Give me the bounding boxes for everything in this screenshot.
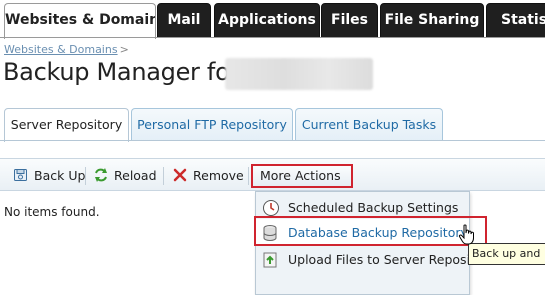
backup-button[interactable]: Back Up <box>13 167 85 183</box>
remove-label: Remove <box>193 167 244 183</box>
more-actions-label: More Actions <box>260 168 341 183</box>
remove-icon <box>172 167 188 183</box>
toolbar-separator <box>248 167 249 185</box>
upload-icon <box>262 251 278 268</box>
reload-button[interactable]: Reload <box>93 167 157 183</box>
nav-divider <box>0 37 545 38</box>
breadcrumb-link-websites-domains[interactable]: Websites & Domains <box>4 43 118 56</box>
tab-websites-domains[interactable]: Websites & Domains <box>4 3 156 39</box>
toolbar-separator <box>85 167 86 185</box>
breadcrumb: Websites & Domains > <box>4 43 129 56</box>
clock-icon <box>262 199 279 216</box>
highlight-box <box>254 216 487 246</box>
page-title: Backup Manager for <box>3 58 240 86</box>
backup-icon <box>13 167 29 183</box>
reload-icon <box>93 167 109 183</box>
tab-applications[interactable]: Applications <box>214 3 320 38</box>
reload-label: Reload <box>114 167 157 183</box>
tab-statistics[interactable]: Statistics <box>486 3 545 38</box>
backup-label: Back Up <box>34 167 86 183</box>
breadcrumb-separator: > <box>119 43 129 56</box>
remove-button[interactable]: Remove <box>172 167 244 183</box>
tab-server-repository[interactable]: Server Repository <box>4 108 129 142</box>
top-navigation: Websites & Domains Mail Applications Fil… <box>0 0 545 39</box>
tab-files[interactable]: Files <box>321 3 378 38</box>
hand-cursor-icon <box>458 224 476 250</box>
empty-message: No items found. <box>4 205 100 219</box>
tooltip: Back up and <box>468 243 545 265</box>
tab-personal-ftp-repository[interactable]: Personal FTP Repository <box>131 108 293 141</box>
menu-item-label: Upload Files to Server Repository <box>288 251 469 267</box>
toolbar-separator <box>163 167 164 185</box>
menu-item-upload-files[interactable]: Upload Files to Server Repository <box>256 246 469 272</box>
menu-item-label: Scheduled Backup Settings <box>288 199 459 215</box>
redacted-domain-name <box>225 58 373 90</box>
subtabs-divider <box>0 140 545 141</box>
tab-current-backup-tasks[interactable]: Current Backup Tasks <box>295 108 443 141</box>
tab-file-sharing[interactable]: File Sharing <box>380 3 484 38</box>
more-actions-button[interactable]: More Actions <box>251 164 353 199</box>
tab-mail[interactable]: Mail <box>157 3 211 38</box>
